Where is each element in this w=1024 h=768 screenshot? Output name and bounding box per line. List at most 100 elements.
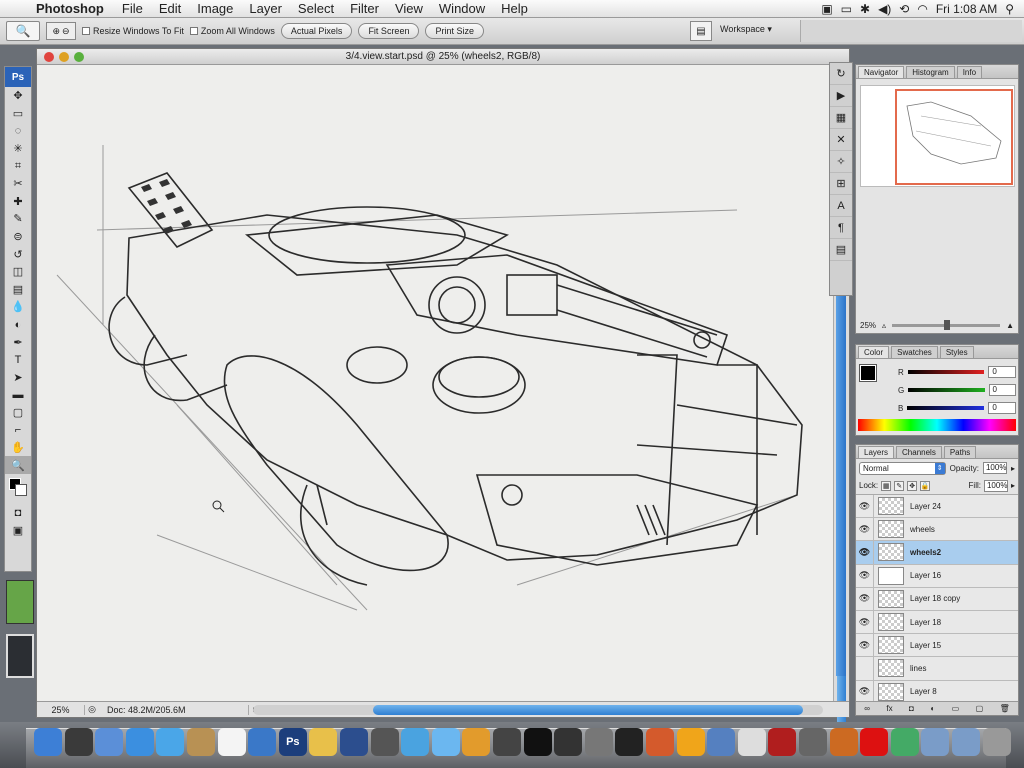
tab-swatches[interactable]: Swatches — [891, 346, 938, 358]
actual-pixels-button[interactable]: Actual Pixels — [280, 23, 353, 39]
zoom-in-icon[interactable]: ⊕ — [52, 26, 60, 37]
dock-icon-camera[interactable] — [799, 728, 827, 756]
lock-transparency-icon[interactable]: ▦ — [881, 480, 892, 491]
dock-icon-mail[interactable] — [95, 728, 124, 756]
spotlight-icon[interactable]: ⚲ — [1005, 2, 1014, 16]
link-layers-icon[interactable]: ∞ — [864, 704, 870, 713]
layer-row[interactable]: 👁 Layer 15 — [856, 634, 1018, 658]
ps-logo[interactable]: Ps — [5, 67, 31, 87]
menu-window[interactable]: Window — [431, 1, 493, 16]
zoom-out-icon[interactable]: ⊖ — [62, 26, 70, 37]
visibility-eye-icon[interactable]: 👁 — [856, 564, 874, 587]
dock-icon-ichat[interactable] — [156, 728, 185, 756]
layer-row[interactable]: lines — [856, 657, 1018, 681]
dock-icon-sketch[interactable] — [370, 728, 399, 756]
layer-comps-icon[interactable]: ▦ — [830, 107, 852, 129]
visibility-eye-icon[interactable]: 👁 — [856, 518, 874, 541]
fill-arrow-icon[interactable]: ▸ — [1011, 481, 1015, 490]
color-swatches[interactable] — [5, 474, 31, 504]
history-brush-icon[interactable]: ↺ — [5, 245, 31, 263]
dock-icon-address-book[interactable] — [187, 728, 215, 756]
visibility-eye-icon[interactable]: 👁 — [856, 610, 874, 634]
clone-stamp-icon[interactable]: ⊜ — [5, 228, 31, 246]
dock-icon-expose[interactable] — [554, 728, 583, 756]
visibility-eye-icon[interactable]: 👁 — [856, 634, 874, 657]
zoom-in-large-icon[interactable]: ▲ — [1006, 321, 1014, 330]
quick-mask-icon[interactable]: ◘ — [5, 504, 31, 522]
eyedropper-icon[interactable]: ⌐ — [5, 421, 31, 439]
palette-toggle-button[interactable]: ▤ — [690, 21, 712, 41]
blend-mode-select[interactable]: Normal ⇕ — [859, 461, 946, 475]
menu-layer[interactable]: Layer — [241, 1, 290, 16]
marquee-icon[interactable]: ▭ — [5, 105, 31, 123]
magic-wand-icon[interactable]: ✳ — [5, 140, 31, 158]
tab-layers[interactable]: Layers — [858, 446, 895, 458]
shape-icon[interactable]: ▬ — [5, 386, 31, 404]
dock-icon-preview[interactable] — [248, 728, 277, 756]
dodge-icon[interactable]: ◐ — [5, 316, 31, 334]
layer-row[interactable]: 👁 wheels2 — [856, 541, 1018, 565]
zoom-level-field[interactable]: 25% — [37, 704, 85, 715]
trash-icon[interactable]: 🗑 — [1000, 704, 1010, 713]
dock-icon-illustrator[interactable] — [309, 728, 338, 756]
tab-navigator[interactable]: Navigator — [858, 66, 905, 78]
red-slider[interactable] — [907, 370, 985, 374]
layer-row[interactable]: 👁 Layer 16 — [856, 564, 1018, 588]
battery-icon[interactable]: ▭ — [841, 2, 852, 16]
healing-icon[interactable]: ✚ — [5, 193, 31, 211]
pen-icon[interactable]: ✒ — [5, 333, 31, 351]
tab-channels[interactable]: Channels — [896, 446, 942, 458]
dock-icon-downloads[interactable] — [952, 728, 980, 756]
opacity-field[interactable]: 100% — [982, 462, 1007, 474]
horizontal-scroll-thumb[interactable] — [373, 705, 803, 715]
dock-icon-dvd-player[interactable] — [523, 728, 552, 756]
time-machine-icon[interactable]: ⟲ — [899, 2, 909, 16]
dock-icon-photoshop[interactable]: Ps — [278, 728, 307, 756]
dock-icon-pages[interactable] — [676, 728, 705, 756]
dock-icon-terminal[interactable] — [615, 728, 644, 756]
dock-icon-safari[interactable] — [125, 728, 154, 756]
dock-icon-itunes[interactable] — [431, 728, 460, 756]
menu-view[interactable]: View — [387, 1, 431, 16]
visibility-eye-icon[interactable]: 👁 — [856, 495, 874, 518]
menu-select[interactable]: Select — [290, 1, 342, 16]
tool-preset-picker[interactable]: 🔍 — [6, 21, 40, 41]
menu-help[interactable]: Help — [493, 1, 536, 16]
tab-paths[interactable]: Paths — [943, 446, 977, 458]
menu-file[interactable]: File — [114, 1, 151, 16]
desktop-window-thumbnail[interactable] — [6, 580, 34, 624]
dock-icon-ical[interactable] — [217, 728, 246, 756]
visibility-eye-icon[interactable]: 👁 — [856, 541, 874, 564]
blur-icon[interactable]: 💧 — [5, 298, 31, 316]
character-icon[interactable]: A — [830, 195, 852, 217]
layer-row[interactable]: 👁 wheels — [856, 518, 1018, 542]
navigator-preview[interactable] — [860, 85, 1015, 187]
zoom-out-small-icon[interactable]: ▵ — [882, 321, 886, 330]
type-icon[interactable]: T — [5, 351, 31, 369]
menu-edit[interactable]: Edit — [151, 1, 189, 16]
color-foreground-chip[interactable] — [859, 364, 877, 382]
green-slider[interactable] — [908, 388, 985, 392]
workspace-menu[interactable]: Workspace ▾ — [720, 24, 772, 35]
eraser-icon[interactable]: ◫ — [5, 263, 31, 281]
adjustment-layer-icon[interactable]: ◐ — [930, 704, 935, 713]
status-menu-icon[interactable]: ◎ — [85, 704, 99, 715]
dock-icon-documents[interactable] — [921, 728, 950, 756]
blue-slider[interactable] — [907, 406, 985, 410]
menu-image[interactable]: Image — [189, 1, 241, 16]
dock-icon-trash[interactable] — [982, 728, 1011, 756]
tab-styles[interactable]: Styles — [939, 346, 974, 358]
brushes-icon[interactable]: ✧ — [830, 151, 852, 173]
tab-info[interactable]: Info — [956, 66, 983, 78]
navigator-view-box[interactable] — [895, 89, 1013, 185]
zoom-in-out-group[interactable]: ⊕ ⊖ — [46, 22, 76, 40]
bluetooth-icon[interactable]: ✱ — [860, 2, 870, 16]
paragraph-icon[interactable]: ¶ — [830, 217, 852, 239]
path-select-icon[interactable]: ➤ — [5, 369, 31, 387]
dock-icon-dashboard[interactable] — [64, 728, 93, 756]
clock[interactable]: Fri 1:08 AM — [936, 2, 997, 16]
zoom-slider[interactable] — [892, 319, 1001, 330]
visibility-eye-icon[interactable]: 👁 — [856, 680, 874, 703]
hand-icon[interactable]: ✋ — [5, 439, 31, 457]
zoom-all-windows-checkbox[interactable]: Zoom All Windows — [189, 26, 275, 36]
